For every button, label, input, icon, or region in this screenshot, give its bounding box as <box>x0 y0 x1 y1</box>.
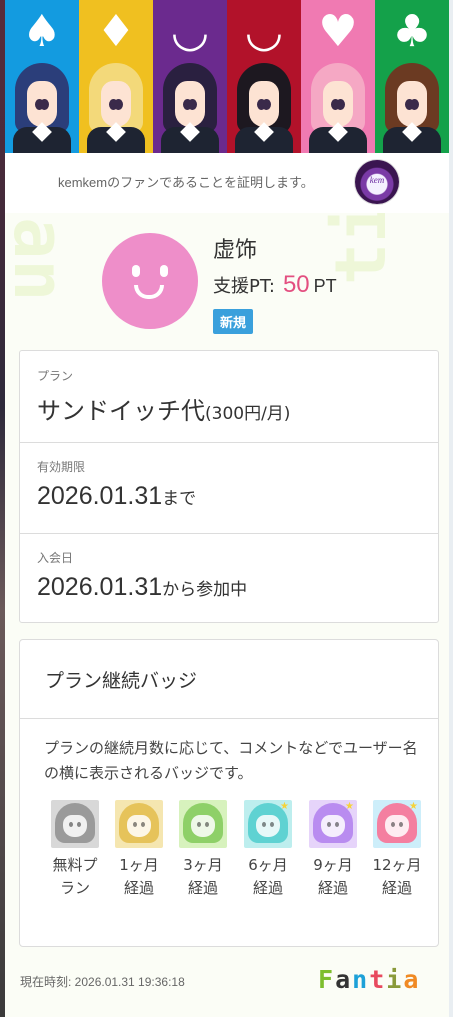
plan-price: (300円/月) <box>205 404 291 424</box>
badge-item: ★ 12ヶ月経過 <box>372 800 422 900</box>
character-illustration <box>309 63 367 153</box>
expiry-label: 有効期限 <box>37 460 86 474</box>
continuation-badges: プラン継続バッジ プランの継続月数に応じて、コメントなどでユーザー名の横に表示さ… <box>19 639 439 947</box>
header-banner: ♠ ♦ ◡ ◡ ♥ ♣ <box>5 0 449 153</box>
evil-grin-icon: ◡ <box>244 6 284 57</box>
badge-label: 9ヶ月経過 <box>313 856 353 897</box>
joined-value: 2026.01.31から参加中 <box>37 573 247 602</box>
grin-face-icon: ◡ <box>170 6 210 57</box>
badge-item: 3ヶ月経過 <box>178 800 228 900</box>
plan-label: プラン <box>37 369 74 383</box>
plan-value: サンドイッチ代(300円/月) <box>37 391 290 426</box>
badge-item: ★ 9ヶ月経過 <box>308 800 358 900</box>
badge-character-icon <box>179 800 227 848</box>
banner-column: ♣ <box>375 0 449 153</box>
fantia-logo[interactable]: Fantia <box>318 965 420 994</box>
badge-item: 無料プラン <box>50 800 100 900</box>
logo-letter: t <box>369 965 387 994</box>
badges-title: プラン継続バッジ <box>45 670 198 692</box>
club-icon: ♣ <box>392 6 432 57</box>
joined-row: 入会日 2026.01.31から参加中 <box>20 533 438 624</box>
heart-icon: ♥ <box>318 6 358 57</box>
current-time: 現在時刻: 2026.01.31 19:36:18 <box>20 975 185 989</box>
plan-name: サンドイッチ代 <box>37 397 205 425</box>
spade-icon: ♠ <box>22 6 62 57</box>
badge-label: 無料プラン <box>52 856 98 897</box>
badges-description: プランの継続月数に応じて、コメントなどでユーザー名の横に表示されるバッジです。 <box>44 739 418 782</box>
expiry-row: 有効期限 2026.01.31まで <box>20 442 438 534</box>
avatar-eye-right <box>160 265 168 277</box>
diamond-icon: ♦ <box>96 6 136 57</box>
badge-label: 12ヶ月経過 <box>372 856 422 897</box>
badge-label: 1ヶ月経過 <box>119 856 159 897</box>
character-illustration <box>87 63 145 153</box>
logo-letter: F <box>318 965 336 994</box>
user-avatar <box>102 233 198 329</box>
creator-avatar-text: kem <box>369 175 385 185</box>
character-illustration <box>383 63 441 153</box>
character-illustration <box>235 63 293 153</box>
creator-avatar[interactable]: kem <box>355 160 399 204</box>
banner-column: ◡ <box>227 0 301 153</box>
avatar-mouth <box>134 285 164 299</box>
badge-item: 1ヶ月経過 <box>114 800 164 900</box>
badge-character-icon: ★ <box>373 800 421 848</box>
membership-card: Fan tia nti Fa tia Fan ♠♦◡◡♥♣ kemkemのファン… <box>5 0 449 1017</box>
banner-column: ♥ <box>301 0 375 153</box>
banner-column: ◡ <box>153 0 227 153</box>
badge-character-icon <box>51 800 99 848</box>
badge-character-icon: ★ <box>244 800 292 848</box>
badges-divider <box>20 718 438 719</box>
character-illustration <box>13 63 71 153</box>
background-edge-right <box>449 0 453 1017</box>
plan-row: プラン サンドイッチ代(300円/月) <box>20 351 438 443</box>
points-unit: PT <box>313 276 337 296</box>
logo-letter: n <box>352 965 370 994</box>
new-member-badge: 新規 <box>213 309 254 334</box>
badge-item: ★ 6ヶ月経過 <box>243 800 293 900</box>
joined-suffix: から参加中 <box>162 580 248 600</box>
expiry-date: 2026.01.31 <box>37 482 163 510</box>
badge-label: 3ヶ月経過 <box>183 856 223 897</box>
joined-date: 2026.01.31 <box>37 573 163 601</box>
expiry-value: 2026.01.31まで <box>37 482 196 511</box>
badge-character-icon <box>115 800 163 848</box>
points-label: 支援PT: <box>213 276 275 297</box>
logo-letter: a <box>335 965 353 994</box>
character-illustration <box>161 63 219 153</box>
points-value: 50 <box>282 271 310 298</box>
badge-label: 6ヶ月経過 <box>248 856 288 897</box>
badge-character-icon: ★ <box>309 800 357 848</box>
logo-letter: i <box>386 965 404 994</box>
joined-label: 入会日 <box>37 551 74 565</box>
support-points: 支援PT: 50 PT <box>213 271 337 299</box>
membership-info: プラン サンドイッチ代(300円/月) 有効期限 2026.01.31まで 入会… <box>19 350 439 623</box>
logo-letter: a <box>403 965 421 994</box>
expiry-suffix: まで <box>162 489 197 509</box>
banner-column: ♠ <box>5 0 79 153</box>
fan-proof-text: kemkemのファンであることを証明します。 <box>58 175 314 190</box>
avatar-eye-left <box>132 265 140 277</box>
username: 虚饰 <box>213 238 258 263</box>
banner-column: ♦ <box>79 0 153 153</box>
